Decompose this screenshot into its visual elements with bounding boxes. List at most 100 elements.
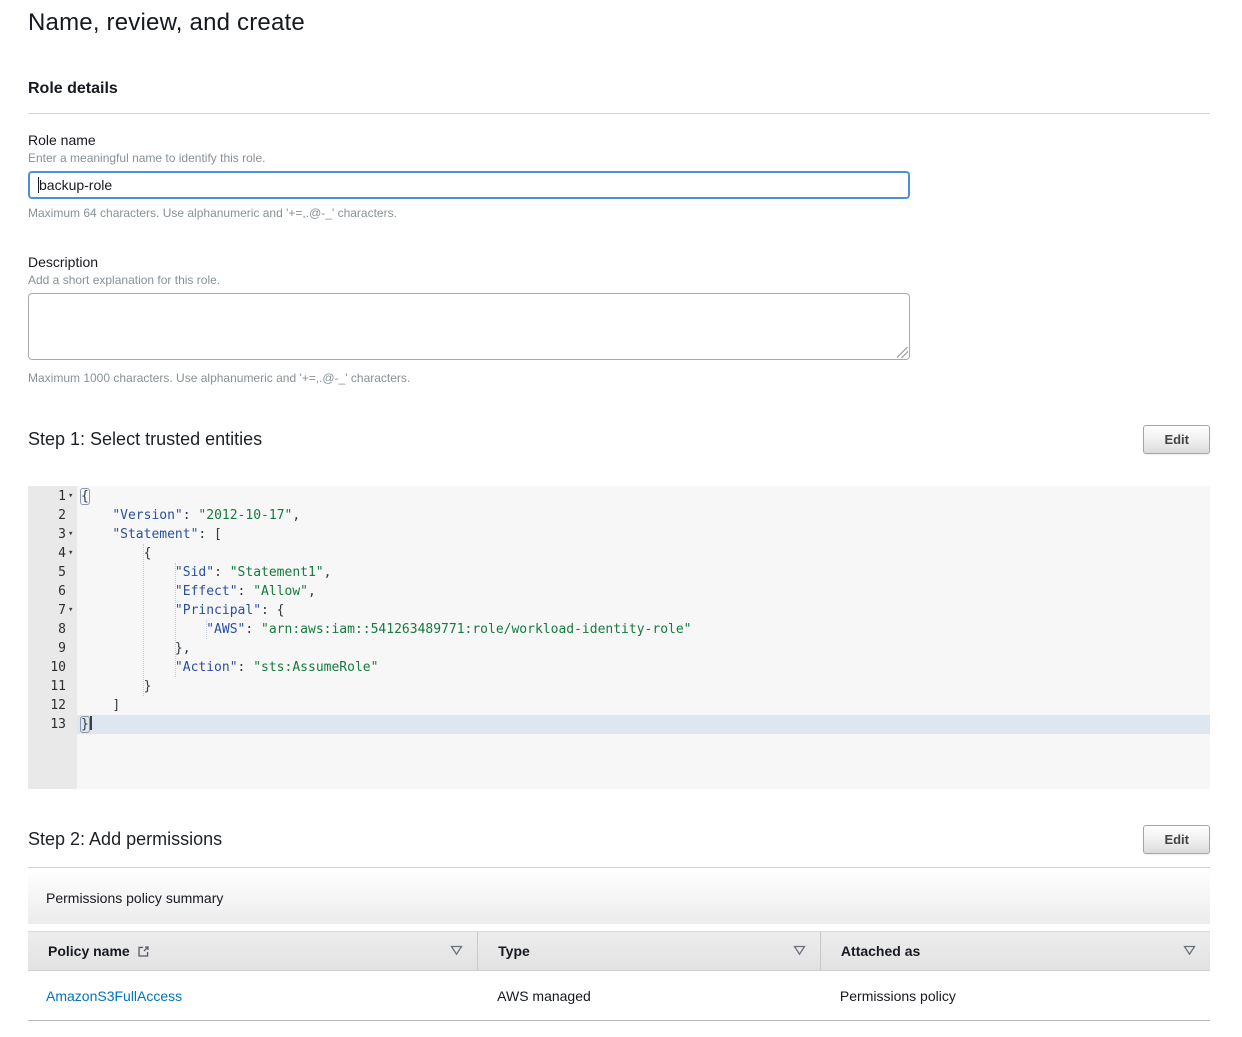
divider: [28, 867, 1210, 868]
editor-line-8[interactable]: 8 "AWS": "arn:aws:iam::541263489771:role…: [28, 620, 1210, 639]
line-number: 11: [28, 677, 77, 696]
external-link-icon: [137, 945, 150, 958]
code-token: [81, 622, 206, 637]
editor-line-4[interactable]: 4▾ {: [28, 544, 1210, 563]
line-number: 8: [28, 620, 77, 639]
table-header: Policy name Type Attached as: [28, 931, 1210, 971]
description-field-wrap: [28, 293, 910, 360]
step1-edit-button[interactable]: Edit: [1143, 425, 1210, 454]
policy-type-cell: AWS managed: [477, 971, 820, 1020]
table-body: AmazonS3FullAccess AWS managedPermissions…: [28, 971, 1210, 1021]
editor-line-10[interactable]: 10 "Action": "sts:AssumeRole": [28, 658, 1210, 677]
role-name-input[interactable]: [28, 171, 910, 199]
permissions-summary-header: Permissions policy summary: [28, 871, 1210, 924]
editor-line-7[interactable]: 7▾ "Principal": {: [28, 601, 1210, 620]
policy-name-cell: AmazonS3FullAccess: [28, 971, 477, 1020]
code-token: ,: [292, 508, 300, 523]
code-token: ,: [308, 584, 316, 599]
table-row: AmazonS3FullAccess AWS managedPermissions…: [28, 971, 1210, 1021]
code-token: [81, 698, 112, 713]
attached-as-cell: Permissions policy: [820, 971, 1210, 1020]
filter-icon[interactable]: [450, 943, 463, 959]
code-token: [81, 527, 112, 542]
role-details-heading: Role details: [28, 80, 1210, 98]
code-token: "Principal": [175, 603, 261, 618]
line-number: 7▾: [28, 601, 77, 620]
editor-line-2[interactable]: 2 "Version": "2012-10-17",: [28, 506, 1210, 525]
code-token: :: [183, 508, 199, 523]
editor-line-3[interactable]: 3▾ "Statement": [: [28, 525, 1210, 544]
code-token: "Version": [112, 508, 182, 523]
editor-line-5[interactable]: 5 "Sid": "Statement1",: [28, 563, 1210, 582]
role-name-hint: Enter a meaningful name to identify this…: [28, 151, 1210, 165]
fold-arrow-icon[interactable]: ▾: [66, 601, 77, 620]
code-token: "Statement1": [230, 565, 324, 580]
policy-editor[interactable]: 1▾{2 "Version": "2012-10-17",3▾ "Stateme…: [28, 486, 1210, 789]
code-token: "arn:aws:iam::541263489771:role/workload…: [261, 622, 691, 637]
step2-edit-button[interactable]: Edit: [1143, 825, 1210, 854]
text-caret: [38, 177, 39, 193]
column-header-attached-as: Attached as: [820, 932, 1210, 970]
editor-line-13[interactable]: 13}: [28, 715, 1210, 734]
line-number: 13: [28, 715, 77, 734]
permissions-summary-title: Permissions policy summary: [46, 890, 223, 906]
code-token: [81, 603, 175, 618]
permissions-summary-panel: Permissions policy summary Policy name T…: [28, 871, 1210, 1021]
editor-line-11[interactable]: 11 }: [28, 677, 1210, 696]
code-token: {: [81, 489, 89, 504]
fold-arrow-icon[interactable]: ▾: [66, 487, 77, 506]
line-number: 6: [28, 582, 77, 601]
page-title: Name, review, and create: [28, 9, 1210, 37]
code-token: "AWS": [206, 622, 245, 637]
column-label: Policy name: [48, 943, 130, 959]
code-token: }: [144, 679, 152, 694]
line-number: 10: [28, 658, 77, 677]
editor-line-9[interactable]: 9 },: [28, 639, 1210, 658]
step1-header-row: Step 1: Select trusted entities Edit: [28, 425, 1210, 454]
column-header-policy-name: Policy name: [28, 932, 477, 970]
code-token: [81, 565, 175, 580]
code-token: },: [175, 641, 191, 656]
code-token: "Allow": [253, 584, 308, 599]
code-token: :: [238, 584, 254, 599]
editor-line-1[interactable]: 1▾{: [28, 487, 1210, 506]
code-token: ,: [324, 565, 332, 580]
role-name-field-wrap: [28, 171, 910, 199]
line-number: 4▾: [28, 544, 77, 563]
editor-line-6[interactable]: 6 "Effect": "Allow",: [28, 582, 1210, 601]
fold-arrow-icon[interactable]: ▾: [66, 544, 77, 563]
fold-arrow-icon[interactable]: ▾: [66, 525, 77, 544]
code-token: ]: [112, 698, 120, 713]
code-token: [81, 584, 175, 599]
editor-caret: [90, 716, 92, 730]
divider: [28, 113, 1210, 114]
role-name-label: Role name: [28, 132, 1210, 148]
policy-name-link[interactable]: AmazonS3FullAccess: [46, 988, 182, 1004]
column-header-type: Type: [477, 932, 820, 970]
code-token: "Statement": [112, 527, 198, 542]
step1-heading: Step 1: Select trusted entities: [28, 429, 262, 450]
role-name-constraint: Maximum 64 characters. Use alphanumeric …: [28, 206, 1210, 220]
editor-lines: 1▾{2 "Version": "2012-10-17",3▾ "Stateme…: [28, 486, 1210, 734]
code-token: : {: [261, 603, 284, 618]
filter-icon[interactable]: [1183, 943, 1196, 959]
code-token: [81, 508, 112, 523]
line-number: 9: [28, 639, 77, 658]
description-constraint: Maximum 1000 characters. Use alphanumeri…: [28, 371, 1210, 385]
line-number: 12: [28, 696, 77, 715]
description-textarea[interactable]: [28, 293, 910, 360]
code-token: :: [214, 565, 230, 580]
description-hint: Add a short explanation for this role.: [28, 273, 1210, 287]
code-token: [81, 679, 144, 694]
step2-heading: Step 2: Add permissions: [28, 829, 222, 850]
code-token: {: [144, 546, 152, 561]
code-token: "sts:AssumeRole": [253, 660, 378, 675]
code-token: }: [81, 717, 89, 732]
code-token: :: [238, 660, 254, 675]
line-number: 3▾: [28, 525, 77, 544]
code-token: "Sid": [175, 565, 214, 580]
line-number: 5: [28, 563, 77, 582]
line-number: 2: [28, 506, 77, 525]
editor-line-12[interactable]: 12 ]: [28, 696, 1210, 715]
filter-icon[interactable]: [793, 943, 806, 959]
